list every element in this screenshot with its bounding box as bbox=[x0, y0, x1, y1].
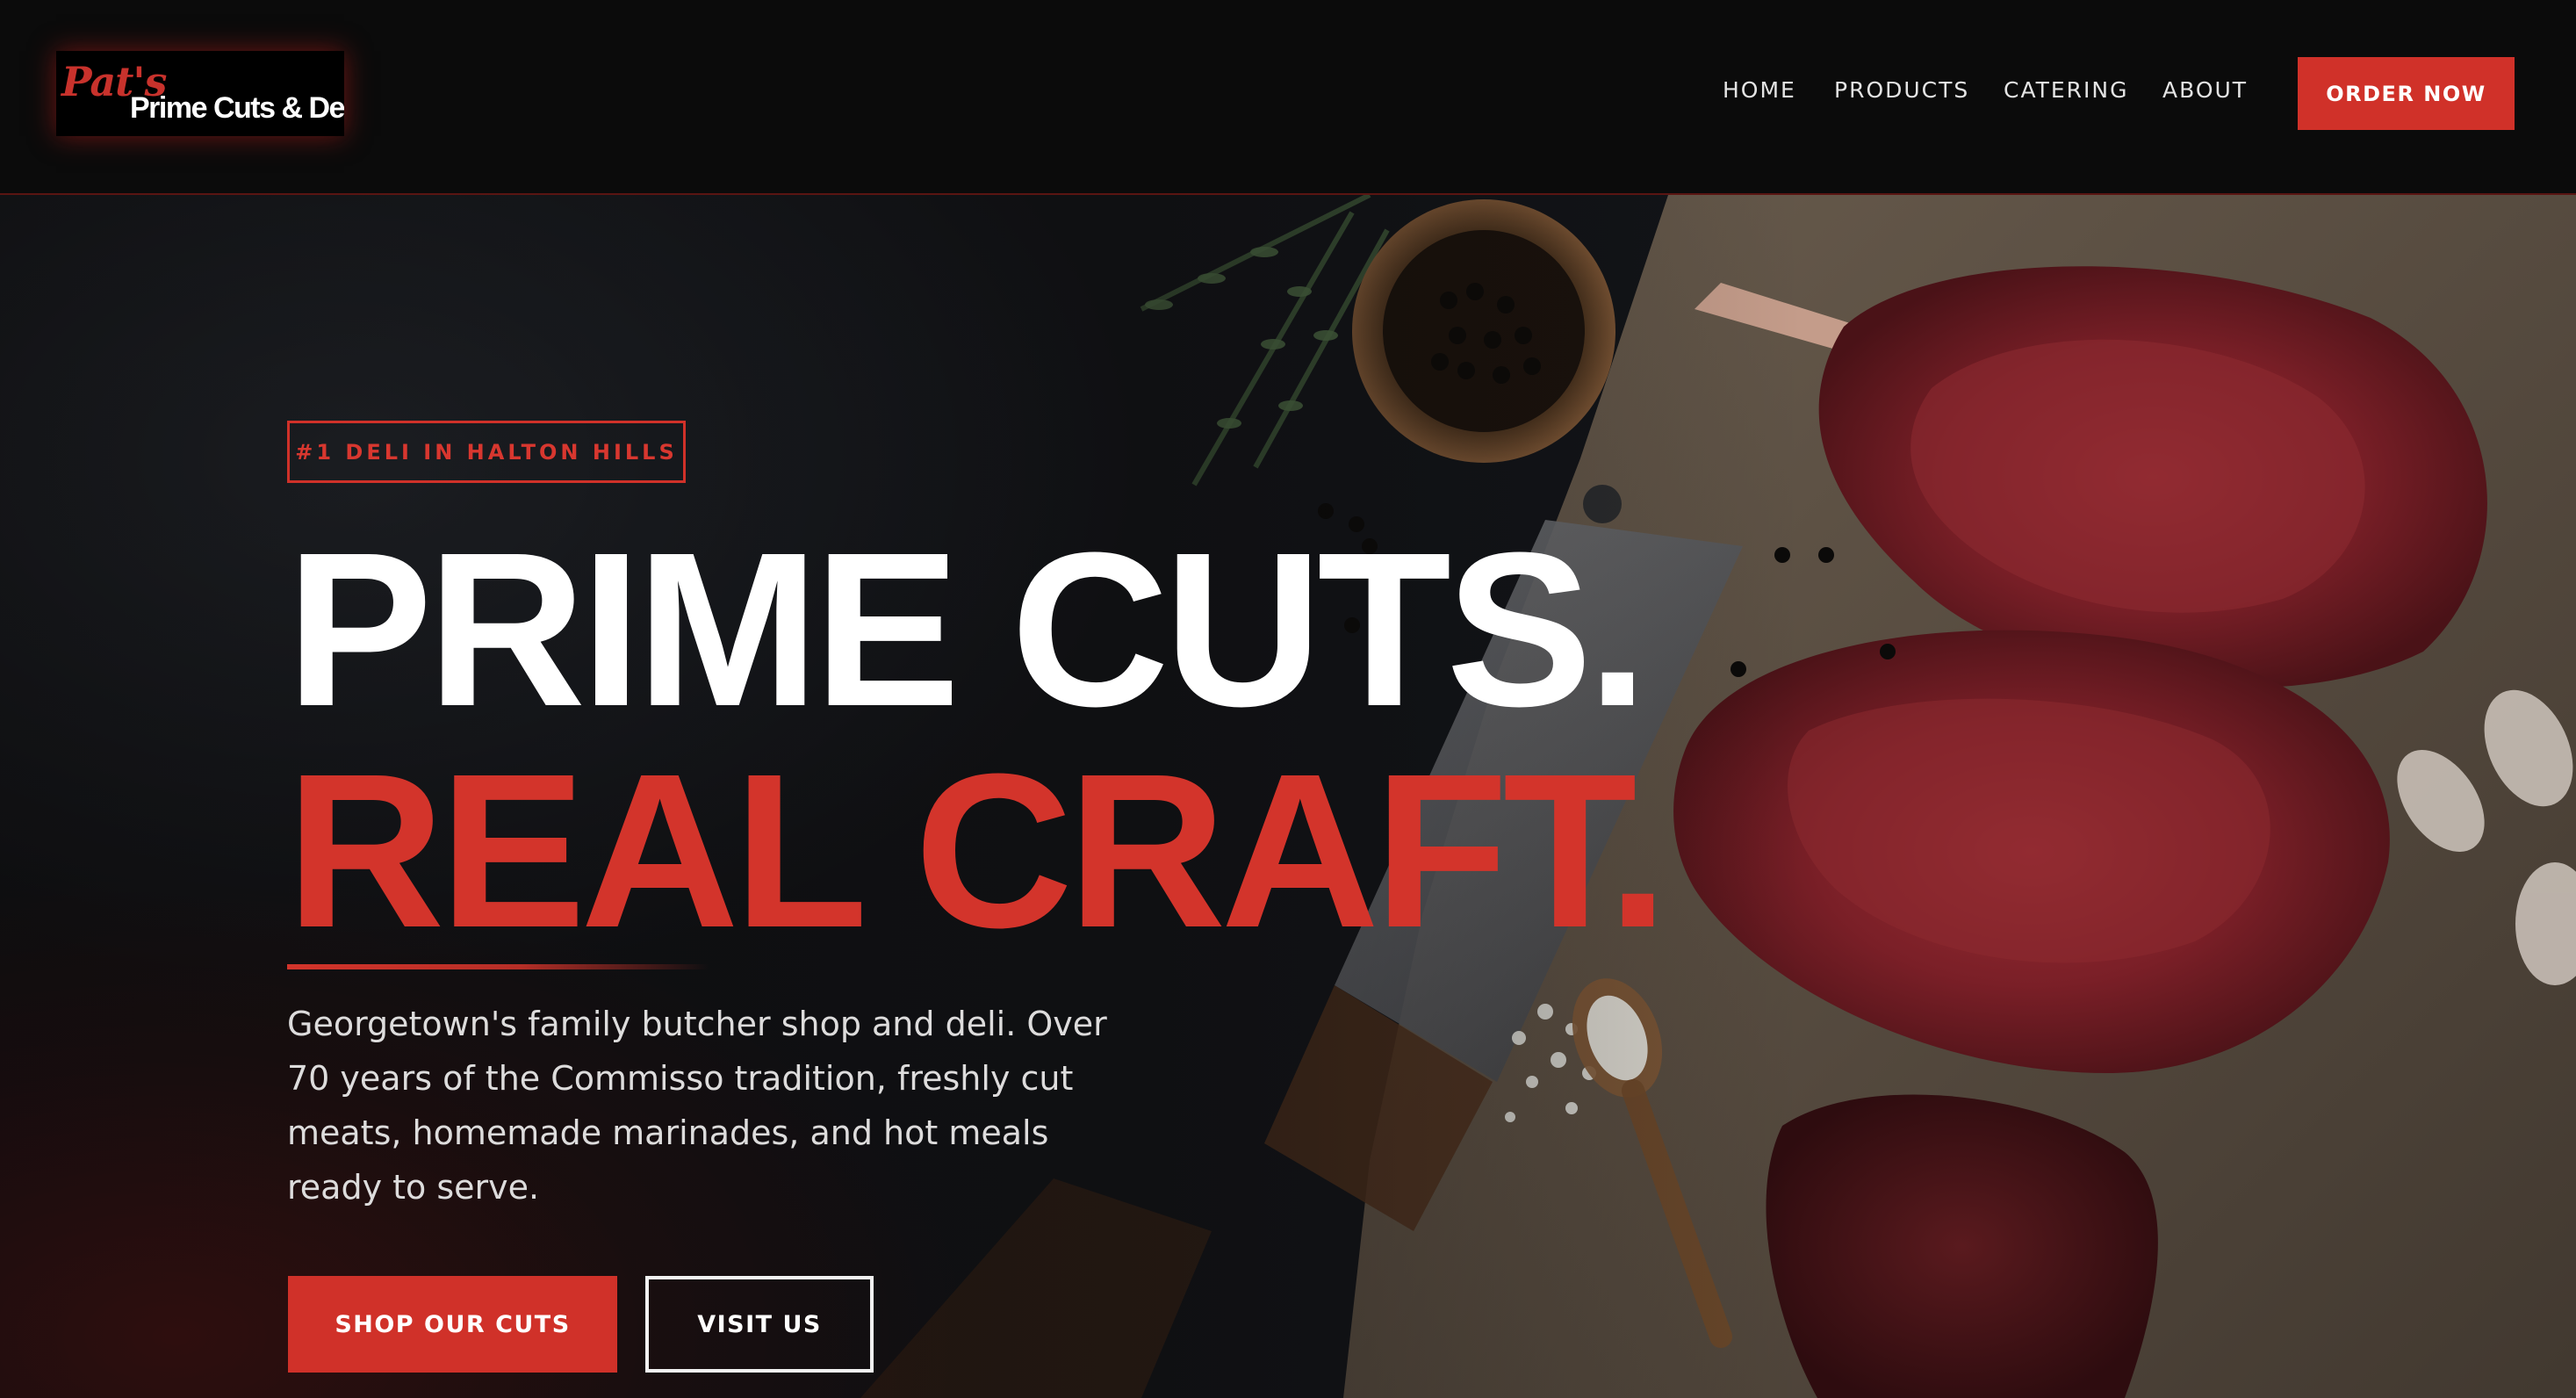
nav-link-about[interactable]: ABOUT bbox=[2162, 77, 2248, 103]
site-header: Pat's Prime Cuts & Deli HOME PRODUCTS CA… bbox=[0, 0, 2576, 195]
order-now-button[interactable]: ORDER NOW bbox=[2298, 57, 2515, 130]
hero-headline-line1: PRIME CUTS. bbox=[286, 507, 1648, 752]
hero-description: Georgetown's family butcher shop and del… bbox=[287, 1005, 1107, 1207]
nav-link-home[interactable]: HOME bbox=[1723, 77, 1796, 103]
shop-our-cuts-button[interactable]: SHOP OUR CUTS bbox=[288, 1276, 617, 1373]
logo-name-text: Prime Cuts & Deli bbox=[130, 91, 344, 125]
hero-accent-rule bbox=[287, 964, 709, 969]
nav-link-products[interactable]: PRODUCTS bbox=[1834, 77, 1969, 103]
brand-logo[interactable]: Pat's Prime Cuts & Deli bbox=[56, 51, 344, 136]
nav-link-catering[interactable]: CATERING bbox=[2004, 77, 2129, 103]
visit-us-button[interactable]: VISIT US bbox=[645, 1276, 874, 1373]
hero-section: #1 DELI IN HALTON HILLS PRIME CUTS. REAL… bbox=[0, 195, 2576, 1398]
hero-headline-line2: REAL CRAFT. bbox=[286, 728, 1668, 973]
hero-badge: #1 DELI IN HALTON HILLS bbox=[287, 421, 686, 483]
